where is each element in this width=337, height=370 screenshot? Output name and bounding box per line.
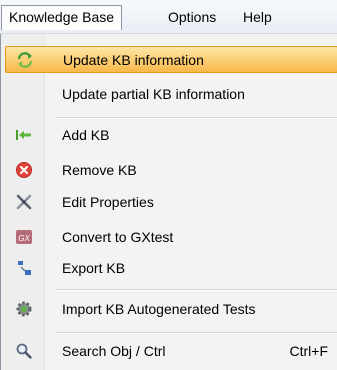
menu-item-label: Update partial KB information <box>62 86 245 102</box>
gear-icon <box>15 300 33 318</box>
gx-badge-icon: GX <box>15 228 33 246</box>
menu-knowledge-base[interactable]: Knowledge Base <box>1 5 123 30</box>
menu-item-edit-properties[interactable]: Edit Properties <box>5 189 337 216</box>
menu-options[interactable]: Options <box>161 5 223 30</box>
menu-item-update-kb-information[interactable]: Update KB information <box>5 46 337 73</box>
menu-item-label: Update KB information <box>63 52 204 68</box>
menu-separator <box>55 289 337 291</box>
menu-bar: Knowledge Base Options Help <box>0 0 337 34</box>
menu-item-remove-kb[interactable]: Remove KB <box>5 157 337 184</box>
tools-icon <box>15 193 33 211</box>
menu-item-label: Convert to GXtest <box>62 229 174 245</box>
add-kb-arrow-icon <box>15 126 33 144</box>
svg-text:GX: GX <box>18 234 30 243</box>
menu-item-export-kb[interactable]: Export KB <box>5 255 337 282</box>
menu-item-label: Edit Properties <box>62 194 154 210</box>
knowledge-base-dropdown: Update KB information Update partial KB … <box>0 34 337 370</box>
search-icon <box>15 342 33 360</box>
menu-item-label: Search Obj / Ctrl <box>62 343 166 359</box>
menu-item-label: Export KB <box>62 260 126 276</box>
menu-help[interactable]: Help <box>236 5 279 30</box>
menu-item-add-kb[interactable]: Add KB <box>5 122 337 149</box>
shortcut-label: Ctrl+F <box>289 343 329 359</box>
menu-separator <box>55 117 337 119</box>
remove-red-x-icon <box>15 161 33 179</box>
refresh-arrows-icon <box>16 51 34 69</box>
menu-item-update-partial-kb-information[interactable]: Update partial KB information <box>5 81 337 108</box>
menu-item-label: Import KB Autogenerated Tests <box>62 301 256 317</box>
menu-item-convert-to-gxtest[interactable]: GX Convert to GXtest <box>5 224 337 251</box>
menu-item-search-obj-ctrl[interactable]: Search Obj / Ctrl Ctrl+F <box>5 338 337 365</box>
menu-item-label: Add KB <box>62 127 110 143</box>
menu-separator <box>55 332 337 334</box>
menu-item-label: Remove KB <box>62 162 137 178</box>
menu-item-import-kb-autogenerated-tests[interactable]: Import KB Autogenerated Tests <box>5 296 337 323</box>
export-icon <box>15 259 33 277</box>
